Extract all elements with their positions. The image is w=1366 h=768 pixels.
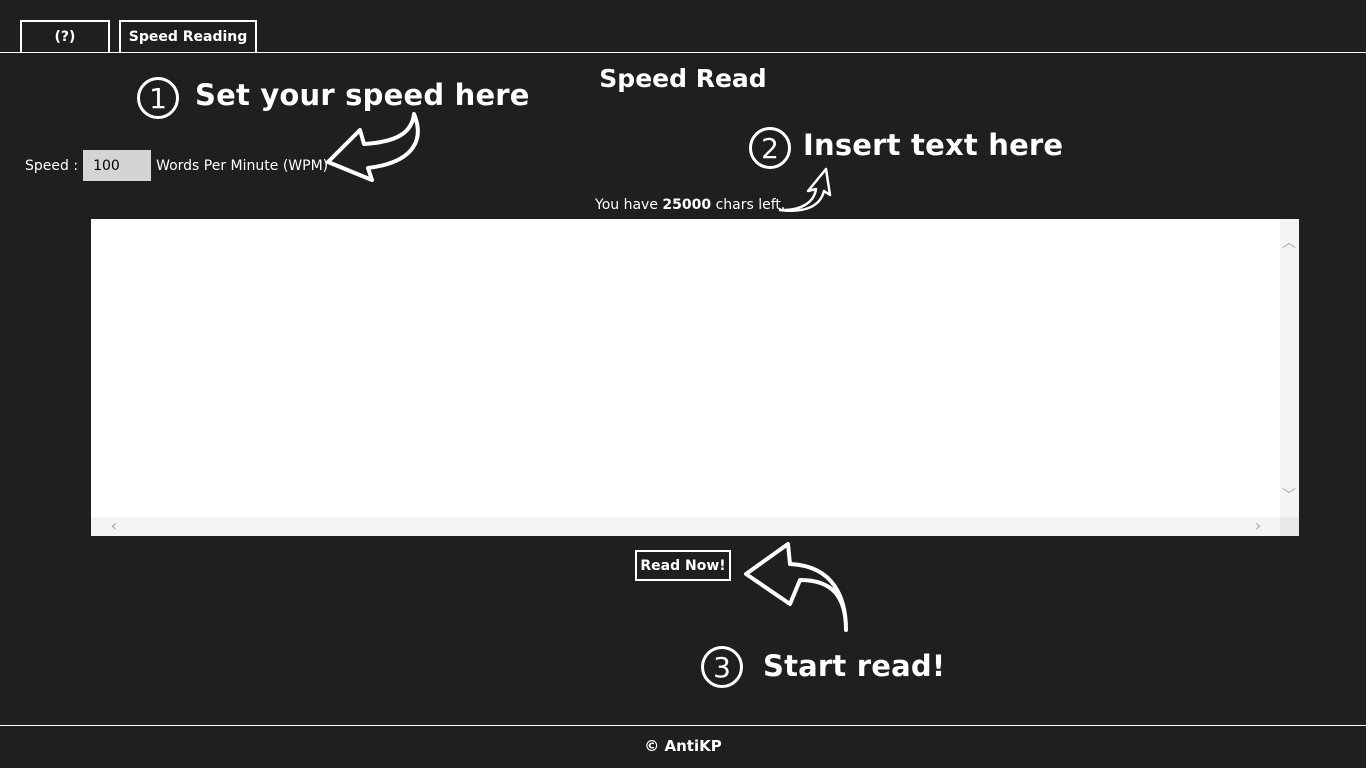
tab-speed-reading[interactable]: Speed Reading [119,20,257,52]
step-2-badge: 2 [749,127,791,169]
step-1-number: 1 [149,81,167,115]
step-3-arrow-icon [744,542,848,632]
step-2-number: 2 [761,131,779,165]
speed-label: Speed : [25,157,79,174]
scroll-corner [1280,517,1299,536]
step-3-badge: 3 [701,646,743,688]
scroll-up-icon[interactable]: ︿ [1282,236,1296,250]
vertical-scrollbar[interactable]: ︿ ﹀ [1280,219,1299,517]
chars-left-prefix: You have [595,197,658,213]
step-1-hint: Set your speed here [195,78,530,112]
read-now-button[interactable]: Read Now! [635,550,731,581]
step-1-badge: 1 [137,77,179,119]
speed-unit-label: Words Per Minute (WPM) [156,157,329,174]
scroll-down-icon[interactable]: ﹀ [1282,489,1296,503]
chars-left-text: You have 25000 chars left. [595,197,785,213]
app-page: (?) Speed Reading Speed Read 1 Set your … [0,0,1366,768]
speed-row: Speed : Words Per Minute (WPM) [25,150,328,181]
scroll-left-icon[interactable]: ‹ [107,518,121,534]
step-1-arrow-icon [326,112,420,182]
footer-divider [0,725,1366,726]
horizontal-scrollbar[interactable]: ‹ › [91,517,1280,536]
scroll-right-icon[interactable]: › [1251,518,1265,534]
step-3-number: 3 [713,650,731,684]
header-divider [0,52,1366,53]
speed-input[interactable] [83,150,152,181]
chars-left-suffix: chars left. [715,197,786,213]
footer-copyright: © AntiKP [644,737,722,755]
step-3-hint: Start read! [763,649,946,683]
help-button[interactable]: (?) [20,20,110,52]
step-2-hint: Insert text here [803,128,1064,162]
text-input[interactable] [91,219,1280,517]
text-input-container: ︿ ﹀ ‹ › [91,219,1299,536]
chars-left-count: 25000 [662,197,712,213]
step-2-arrow-icon [778,167,832,212]
